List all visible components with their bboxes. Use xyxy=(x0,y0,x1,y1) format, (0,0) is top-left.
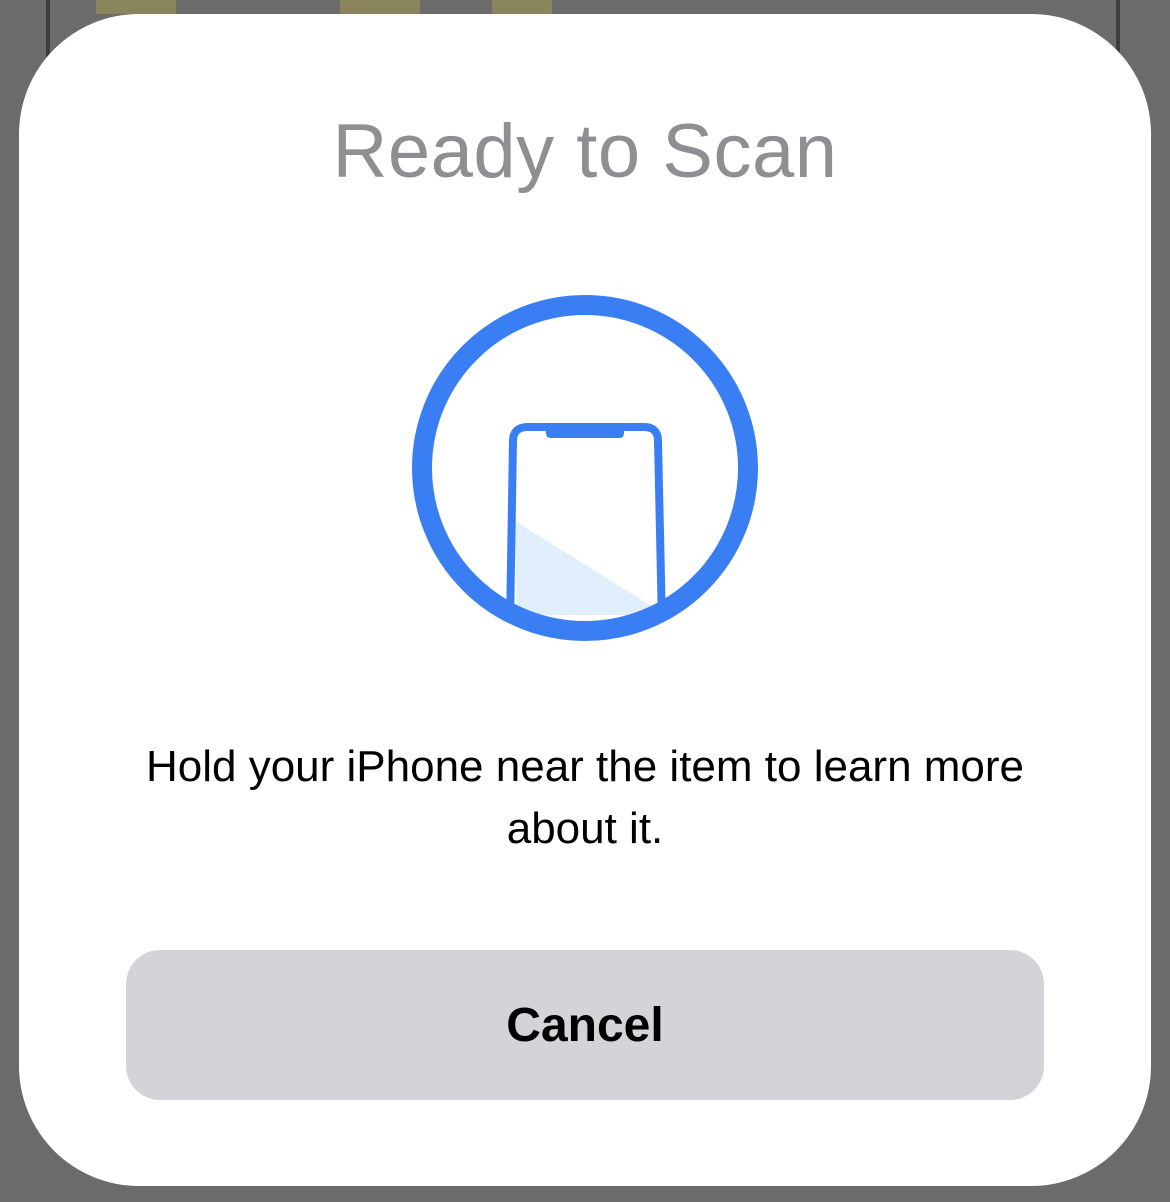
phone-scan-icon xyxy=(412,295,758,641)
background-content xyxy=(96,0,176,14)
background-content xyxy=(492,0,552,14)
background-content xyxy=(340,0,420,14)
sheet-message: Hold your iPhone near the item to learn … xyxy=(145,742,1025,853)
cancel-button[interactable]: Cancel xyxy=(126,950,1044,1100)
sheet-title: Ready to Scan xyxy=(332,109,838,194)
